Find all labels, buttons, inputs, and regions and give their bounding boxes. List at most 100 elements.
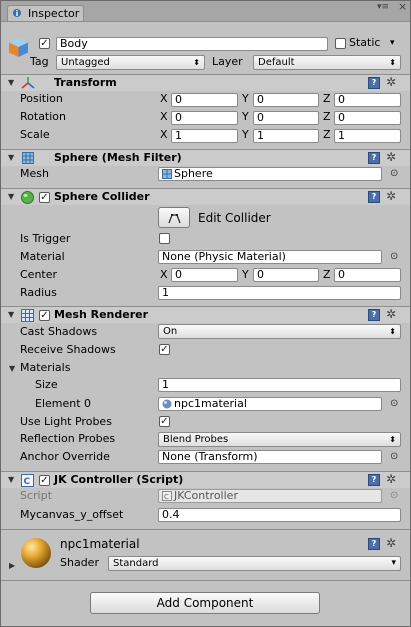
reflection-probes-value: Blend Probes: [163, 434, 229, 445]
transform-icon: [21, 77, 35, 89]
axis-z-label: Z: [323, 268, 331, 281]
mesh-filter-title: Sphere (Mesh Filter): [54, 151, 182, 164]
physic-material-field[interactable]: None (Physic Material): [158, 250, 382, 264]
rotation-y-input[interactable]: 0: [253, 111, 319, 125]
size-label: Size: [35, 378, 58, 391]
material-label: Material: [20, 250, 65, 263]
help-book-icon[interactable]: ?: [368, 77, 380, 89]
add-component-button[interactable]: Add Component: [90, 592, 320, 614]
mesh-renderer-enabled-checkbox[interactable]: ✓: [39, 310, 50, 321]
foldout-arrow-icon[interactable]: ▼: [8, 192, 14, 201]
mycanvas-offset-label: Mycanvas_y_offset: [20, 508, 124, 521]
tag-label: Tag: [30, 55, 49, 68]
cast-shadows-dropdown[interactable]: On ⬍: [158, 324, 401, 339]
script-icon: C: [21, 474, 34, 487]
updown-arrow-icon: ⬍: [193, 58, 200, 67]
help-book-icon[interactable]: ?: [368, 474, 380, 486]
radius-input[interactable]: 1: [158, 286, 401, 300]
script-value: JKController: [174, 489, 238, 502]
cast-shadows-label: Cast Shadows: [20, 325, 98, 338]
scale-x-input[interactable]: 1: [171, 129, 238, 143]
axis-y-label: Y: [242, 110, 249, 123]
updown-arrow-icon: ⬍: [389, 435, 396, 444]
static-dropdown-icon[interactable]: ▾: [390, 36, 395, 50]
panel-menu-icon[interactable]: ▾≡: [377, 3, 389, 12]
inspector-window: Inspector ▾≡ × ✓ Body Static ▾ Tag Untag…: [0, 0, 411, 627]
mesh-renderer-header[interactable]: ▼ ✓ Mesh Renderer ? ✲: [1, 306, 410, 323]
anchor-override-field[interactable]: None (Transform): [158, 450, 382, 464]
center-x-input[interactable]: 0: [171, 268, 238, 282]
position-label: Position: [20, 92, 63, 105]
materials-foldout-icon[interactable]: ▼: [9, 364, 15, 373]
element0-material-field[interactable]: npc1material: [158, 397, 382, 411]
reflection-probes-dropdown[interactable]: Blend Probes ⬍: [158, 432, 401, 447]
tab-inspector[interactable]: Inspector: [7, 5, 84, 21]
help-book-icon[interactable]: ?: [368, 191, 380, 203]
scale-z-input[interactable]: 1: [334, 129, 401, 143]
object-picker-icon[interactable]: ⊙: [390, 450, 398, 464]
cast-shadows-value: On: [163, 326, 178, 337]
foldout-arrow-icon[interactable]: ▼: [8, 153, 14, 162]
center-y-input[interactable]: 0: [253, 268, 319, 282]
object-picker-icon[interactable]: ⊙: [390, 167, 398, 181]
scale-y-input[interactable]: 1: [253, 129, 319, 143]
script-field: C JKController: [158, 489, 382, 503]
active-checkbox[interactable]: ✓: [39, 38, 50, 49]
transform-header[interactable]: ▼ Transform ? ✲: [1, 74, 410, 91]
object-picker-icon[interactable]: ⊙: [390, 397, 398, 411]
rotation-z-input[interactable]: 0: [334, 111, 401, 125]
anchor-override-label: Anchor Override: [20, 450, 110, 463]
jk-controller-title: JK Controller (Script): [54, 473, 184, 486]
sphere-collider-header[interactable]: ▼ ✓ Sphere Collider ? ✲: [1, 188, 410, 205]
is-trigger-checkbox[interactable]: [159, 233, 170, 244]
foldout-arrow-icon[interactable]: ▼: [8, 475, 14, 484]
edit-collider-label: Edit Collider: [198, 211, 271, 225]
foldout-arrow-icon[interactable]: ▼: [8, 78, 14, 87]
help-book-icon[interactable]: ?: [368, 538, 380, 550]
help-book-icon[interactable]: ?: [368, 152, 380, 164]
static-checkbox[interactable]: [335, 38, 346, 49]
help-book-icon[interactable]: ?: [368, 309, 380, 321]
gameobject-cube-icon: [9, 38, 28, 57]
layer-dropdown[interactable]: Default ⬍: [253, 55, 401, 70]
mycanvas-offset-input[interactable]: 0.4: [158, 508, 401, 522]
center-z-input[interactable]: 0: [334, 268, 401, 282]
mesh-object-field[interactable]: Sphere: [158, 167, 382, 181]
rotation-x-input[interactable]: 0: [171, 111, 238, 125]
layer-label: Layer: [212, 55, 243, 68]
axis-z-label: Z: [323, 110, 331, 123]
radius-label: Radius: [20, 286, 57, 299]
reflection-probes-label: Reflection Probes: [20, 432, 116, 445]
center-label: Center: [20, 268, 58, 281]
gear-icon[interactable]: ✲: [386, 307, 396, 321]
position-x-input[interactable]: 0: [171, 93, 238, 107]
gear-icon[interactable]: ✲: [386, 189, 396, 203]
materials-label: Materials: [20, 361, 71, 374]
gear-icon[interactable]: ✲: [386, 150, 396, 164]
gear-icon[interactable]: ✲: [386, 472, 396, 486]
axis-y-label: Y: [242, 92, 249, 105]
material-foldout-icon[interactable]: ▶: [9, 561, 15, 570]
axis-x-label: X: [160, 110, 168, 123]
close-icon[interactable]: ×: [398, 1, 407, 12]
jk-controller-header[interactable]: ▼ C ✓ JK Controller (Script) ? ✲: [1, 471, 410, 488]
position-z-input[interactable]: 0: [334, 93, 401, 107]
object-picker-icon[interactable]: ⊙: [390, 250, 398, 264]
shader-dropdown[interactable]: Standard ▾: [108, 556, 401, 571]
materials-size-input[interactable]: 1: [158, 378, 401, 392]
object-name-input[interactable]: Body: [56, 37, 328, 51]
tag-dropdown[interactable]: Untagged ⬍: [56, 55, 205, 70]
gear-icon[interactable]: ✲: [386, 75, 396, 89]
mesh-label: Mesh: [20, 167, 49, 180]
gear-icon[interactable]: ✲: [386, 536, 396, 550]
rotation-label: Rotation: [20, 110, 67, 123]
mesh-grid-icon: [22, 152, 34, 164]
jk-controller-enabled-checkbox[interactable]: ✓: [39, 475, 50, 486]
foldout-arrow-icon[interactable]: ▼: [8, 310, 14, 319]
use-light-probes-checkbox[interactable]: ✓: [159, 416, 170, 427]
mesh-filter-header[interactable]: ▼ Sphere (Mesh Filter) ? ✲: [1, 149, 410, 166]
edit-collider-button[interactable]: [158, 207, 190, 228]
position-y-input[interactable]: 0: [253, 93, 319, 107]
sphere-collider-enabled-checkbox[interactable]: ✓: [39, 192, 50, 203]
receive-shadows-checkbox[interactable]: ✓: [159, 344, 170, 355]
